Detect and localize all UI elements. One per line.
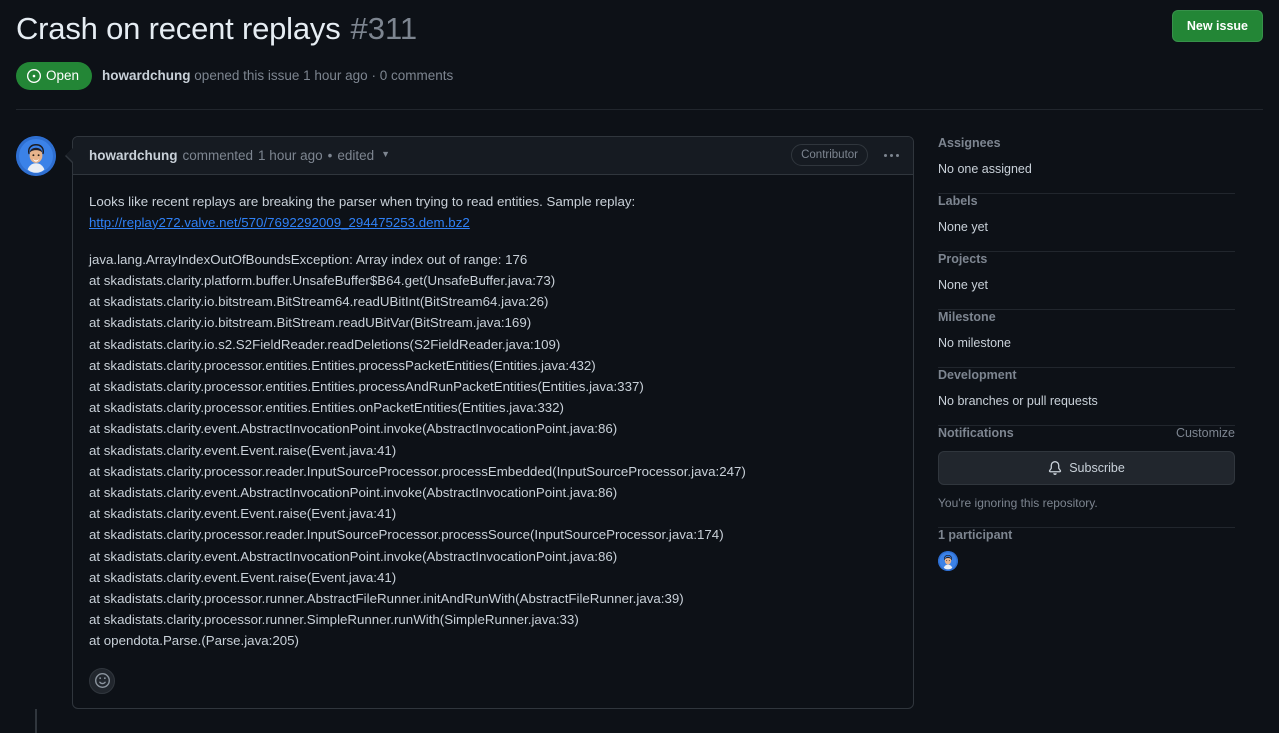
comment-card: howardchung commented 1 hour ago • edite… xyxy=(65,135,914,709)
issue-opened-icon xyxy=(27,68,41,83)
issue-comment-count: 0 comments xyxy=(379,67,454,83)
participant-avatar[interactable] xyxy=(938,550,958,571)
assignees-value: No one assigned xyxy=(938,161,1032,176)
smiley-icon xyxy=(94,673,110,689)
notifications-title: Notifications xyxy=(938,425,1014,440)
milestone-value: No milestone xyxy=(938,335,1011,350)
timeline-tail-area xyxy=(16,708,914,733)
add-reaction-button[interactable] xyxy=(89,667,115,694)
bell-icon xyxy=(1048,460,1062,475)
subscribe-button[interactable]: Subscribe xyxy=(938,450,1235,485)
comment-thread-item: howardchung commented 1 hour ago • edite… xyxy=(16,135,914,709)
page-title: Crash on recent replays xyxy=(16,11,341,46)
assignees-title: Assignees xyxy=(938,135,1001,150)
comment-action: commented xyxy=(182,147,254,163)
participant-avatars xyxy=(938,550,1235,571)
projects-title: Projects xyxy=(938,251,988,266)
milestone-heading: Milestone xyxy=(938,310,1235,324)
labels-heading: Labels xyxy=(938,194,1235,208)
sidebar-section-development: Development No branches or pull requests xyxy=(938,368,1235,425)
header-divider xyxy=(16,108,1263,110)
comment-header-actions: Contributor xyxy=(791,144,903,167)
sidebar-section-labels: Labels None yet xyxy=(938,194,1235,251)
issue-byline: howardchung opened this issue 1 hour ago… xyxy=(102,66,453,86)
stack-trace: java.lang.ArrayIndexOutOfBoundsException… xyxy=(89,251,746,649)
customize-notifications-link[interactable]: Customize xyxy=(1176,426,1235,440)
title-row: Crash on recent replays #311 xyxy=(16,10,1263,49)
milestone-title: Milestone xyxy=(938,309,996,324)
meta-separator: · xyxy=(371,67,376,83)
chevron-down-icon[interactable]: ▼ xyxy=(381,149,390,159)
issue-body: howardchung commented 1 hour ago • edite… xyxy=(16,135,1263,733)
sidebar-section-assignees: Assignees No one assigned xyxy=(938,136,1235,193)
participant-count: 1 participant xyxy=(938,527,1013,542)
sidebar-section-milestone: Milestone No milestone xyxy=(938,310,1235,367)
issue-number: #311 xyxy=(350,11,418,46)
comment-body: Looks like recent replays are breaking t… xyxy=(73,175,913,668)
contributor-badge: Contributor xyxy=(791,144,868,167)
comment-intro-text: Looks like recent replays are breaking t… xyxy=(89,193,636,209)
comment-intro-paragraph: Looks like recent replays are breaking t… xyxy=(89,191,897,233)
timeline-connector xyxy=(35,708,37,733)
issue-opened-text: opened this issue xyxy=(194,67,300,83)
ignoring-repository-note: You're ignoring this repository. xyxy=(938,495,1098,510)
new-issue-button[interactable]: New issue xyxy=(1171,10,1263,42)
sidebar-section-notifications: Notifications Customize Subscribe You're… xyxy=(938,426,1235,527)
issue-author-link[interactable]: howardchung xyxy=(102,68,191,83)
timeline-column: howardchung commented 1 hour ago • edite… xyxy=(16,135,914,733)
avatar[interactable] xyxy=(16,135,56,176)
kebab-dot xyxy=(896,153,899,157)
development-title: Development xyxy=(938,367,1017,382)
status-badge-label: Open xyxy=(46,67,80,83)
sidebar-section-projects: Projects None yet xyxy=(938,252,1235,309)
projects-heading: Projects xyxy=(938,252,1235,266)
labels-value: None yet xyxy=(938,219,989,234)
issue-opened-time: 1 hour ago xyxy=(303,67,368,83)
sidebar-section-participants: 1 participant xyxy=(938,528,1235,586)
issue-sidebar: Assignees No one assigned Labels None ye… xyxy=(938,136,1235,586)
labels-title: Labels xyxy=(938,193,978,208)
subscribe-button-label: Subscribe xyxy=(1069,460,1125,475)
comment-timestamp: 1 hour ago xyxy=(258,147,323,163)
projects-value: None yet xyxy=(938,277,989,292)
status-badge: Open xyxy=(16,61,93,90)
notifications-heading: Notifications Customize xyxy=(938,426,1235,440)
reaction-bar xyxy=(73,667,913,708)
kebab-dot xyxy=(884,153,887,157)
comment-dot: • xyxy=(327,147,333,163)
assignees-heading: Assignees xyxy=(938,136,1235,150)
comment-author[interactable]: howardchung xyxy=(89,148,178,163)
issue-header: Crash on recent replays #311 New issue O… xyxy=(16,0,1263,110)
comment-edited-label[interactable]: edited xyxy=(337,148,374,163)
comment-menu-button[interactable] xyxy=(880,150,903,161)
development-heading: Development xyxy=(938,368,1235,382)
sample-replay-link[interactable]: http://replay272.valve.net/570/769229200… xyxy=(89,215,470,230)
issue-page: Crash on recent replays #311 New issue O… xyxy=(0,0,1279,733)
issue-meta-row: Open howardchung opened this issue 1 hou… xyxy=(16,61,1263,90)
kebab-dot xyxy=(890,153,893,157)
development-value: No branches or pull requests xyxy=(938,393,1098,408)
comment-header: howardchung commented 1 hour ago • edite… xyxy=(73,136,913,175)
